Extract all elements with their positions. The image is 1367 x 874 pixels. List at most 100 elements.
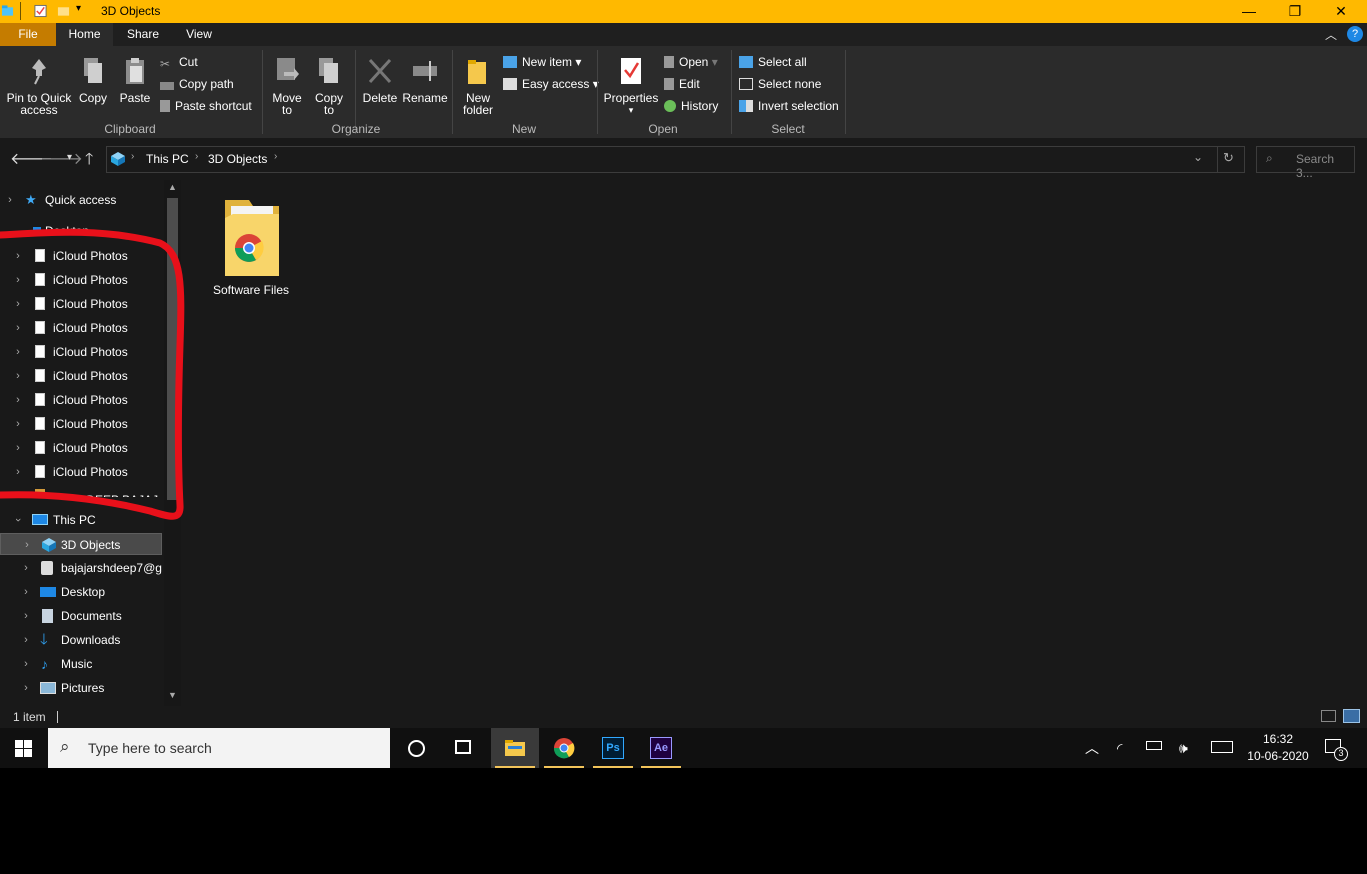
collapse-ribbon-icon[interactable]: ︿ bbox=[1325, 26, 1337, 43]
scroll-thumb[interactable] bbox=[167, 198, 178, 500]
chevron-right-icon[interactable]: › bbox=[13, 365, 23, 387]
nav-this-pc[interactable]: › This PC bbox=[0, 509, 162, 531]
task-view-icon[interactable] bbox=[455, 740, 471, 754]
search-box[interactable]: ⌕ Search 3... bbox=[1256, 146, 1355, 180]
copy-path-button[interactable]: Copy path bbox=[160, 76, 234, 92]
tab-view[interactable]: View bbox=[173, 23, 225, 46]
nav-icloud-photos[interactable]: › iCloud Photos bbox=[0, 269, 162, 291]
taskbar-search[interactable]: ⌕ Type here to search bbox=[48, 728, 390, 768]
nav-3d-objects[interactable]: › 3D Objects bbox=[0, 533, 162, 555]
clock[interactable]: 16:32 10-06-2020 bbox=[1244, 731, 1312, 765]
nav-icloud-photos[interactable]: › iCloud Photos bbox=[0, 437, 162, 459]
chevron-right-icon[interactable]: › bbox=[21, 605, 31, 627]
cut-button[interactable]: ✂ Cut bbox=[160, 54, 198, 71]
tab-share[interactable]: Share bbox=[113, 23, 173, 46]
chevron-right-icon[interactable]: › bbox=[22, 534, 32, 554]
nav-icloud-photos[interactable]: › iCloud Photos bbox=[0, 365, 162, 387]
taskbar-photoshop[interactable]: Ps bbox=[589, 728, 637, 768]
properties-quick-icon[interactable] bbox=[34, 4, 47, 18]
nav-user-partial[interactable]: ARSHDEEP BAJAJ bbox=[0, 485, 162, 497]
network-icon[interactable]: ◜ bbox=[1117, 740, 1122, 757]
rename-button[interactable]: Rename bbox=[402, 56, 448, 104]
properties-button[interactable]: Properties ▾ bbox=[603, 56, 659, 116]
up-arrow-icon[interactable]: 🡑 bbox=[85, 148, 93, 175]
nav-icloud-photos[interactable]: › iCloud Photos bbox=[0, 461, 162, 483]
nav-icloud-photos[interactable]: › iCloud Photos bbox=[0, 245, 162, 267]
nav-icloud-photos[interactable]: › iCloud Photos bbox=[0, 317, 162, 339]
chevron-right-icon[interactable]: › bbox=[21, 653, 31, 675]
show-hidden-icons-chevron-icon[interactable]: ︿ bbox=[1085, 738, 1099, 758]
folder-item[interactable]: Software Files bbox=[210, 196, 292, 306]
chevron-right-icon[interactable]: › bbox=[13, 389, 23, 411]
nav-icloud-photos[interactable]: › iCloud Photos bbox=[0, 341, 162, 363]
forward-arrow-icon[interactable]: 🡒 bbox=[40, 148, 83, 169]
new-folder-button[interactable]: New folder bbox=[458, 56, 498, 116]
invert-selection-button[interactable]: Invert selection bbox=[739, 98, 839, 114]
nav-onedrive-account[interactable]: › bajajarshdeep7@gr bbox=[0, 557, 162, 579]
customize-quick-access-icon[interactable]: ▾ bbox=[76, 3, 81, 14]
scroll-up-icon[interactable]: ▲ bbox=[168, 182, 177, 192]
close-button[interactable]: ✕ bbox=[1318, 0, 1364, 23]
chevron-right-icon[interactable]: › bbox=[21, 581, 31, 603]
delete-button[interactable]: Delete bbox=[360, 56, 400, 104]
nav-icloud-photos[interactable]: › iCloud Photos bbox=[0, 293, 162, 315]
edit-button[interactable]: Edit bbox=[664, 76, 700, 92]
taskbar-after-effects[interactable]: Ae bbox=[637, 728, 685, 768]
chevron-down-icon[interactable]: › bbox=[7, 515, 29, 525]
new-item-button[interactable]: New item ▾ bbox=[503, 54, 581, 70]
copy-button[interactable]: Copy bbox=[76, 56, 110, 104]
nav-quick-access[interactable]: › ★ Quick access bbox=[0, 189, 162, 211]
breadcrumb-3d-objects[interactable]: 3D Objects bbox=[208, 152, 267, 166]
large-icons-view-icon[interactable] bbox=[1343, 709, 1360, 723]
windows-start-icon[interactable] bbox=[15, 740, 32, 757]
history-button[interactable]: History bbox=[664, 98, 718, 114]
nav-desktop[interactable]: › Desktop bbox=[0, 581, 162, 603]
select-none-button[interactable]: Select none bbox=[739, 76, 821, 92]
chevron-right-icon[interactable]: › bbox=[13, 245, 23, 267]
nav-documents[interactable]: › Documents bbox=[0, 605, 162, 627]
chevron-right-icon[interactable]: › bbox=[13, 269, 23, 291]
move-to-button[interactable]: Move to bbox=[268, 56, 306, 116]
chevron-right-icon[interactable]: › bbox=[13, 341, 23, 363]
refresh-icon[interactable]: ↻ bbox=[1223, 150, 1234, 166]
maximize-button[interactable]: ❐ bbox=[1272, 0, 1318, 23]
paste-shortcut-button[interactable]: Paste shortcut bbox=[160, 98, 252, 114]
breadcrumb-this-pc[interactable]: This PC bbox=[146, 152, 189, 166]
battery-icon[interactable] bbox=[1146, 741, 1162, 750]
pin-to-quick-access-button[interactable]: Pin to Quick access bbox=[4, 56, 74, 116]
nav-pictures[interactable]: › Pictures bbox=[0, 677, 162, 699]
cortana-icon[interactable] bbox=[408, 740, 425, 757]
keyboard-icon[interactable] bbox=[1211, 741, 1233, 753]
chevron-right-icon[interactable]: › bbox=[13, 461, 23, 483]
chevron-right-icon[interactable]: › bbox=[13, 317, 23, 339]
new-folder-quick-icon[interactable] bbox=[57, 4, 70, 18]
select-all-button[interactable]: Select all bbox=[739, 54, 807, 70]
paste-button[interactable]: Paste bbox=[118, 56, 152, 104]
nav-music[interactable]: › ♪ Music bbox=[0, 653, 162, 675]
scroll-down-icon[interactable]: ▼ bbox=[168, 690, 177, 700]
recent-locations-chevron-icon[interactable]: ▾ bbox=[67, 152, 72, 163]
nav-icloud-photos[interactable]: › iCloud Photos bbox=[0, 389, 162, 411]
tab-home[interactable]: Home bbox=[56, 23, 113, 46]
open-button[interactable]: Open ▾ bbox=[664, 54, 718, 70]
chevron-right-icon[interactable]: › bbox=[13, 293, 23, 315]
help-icon[interactable]: ? bbox=[1347, 26, 1363, 42]
chevron-right-icon[interactable]: › bbox=[5, 189, 15, 211]
nav-icloud-photos[interactable]: › iCloud Photos bbox=[0, 413, 162, 435]
nav-desktop-partial[interactable]: Desktop bbox=[0, 221, 162, 233]
address-bar[interactable]: › This PC › 3D Objects › ⌄ ↻ bbox=[106, 146, 1245, 173]
chevron-right-icon[interactable]: › bbox=[21, 629, 31, 651]
chevron-right-icon[interactable]: › bbox=[21, 557, 31, 579]
easy-access-button[interactable]: Easy access ▾ bbox=[503, 76, 599, 92]
chevron-right-icon[interactable]: › bbox=[13, 413, 23, 435]
nav-downloads[interactable]: › 🡓 Downloads bbox=[0, 629, 162, 651]
nav-scrollbar[interactable]: ▲ ▼ bbox=[164, 180, 181, 706]
minimize-button[interactable]: — bbox=[1226, 0, 1272, 23]
details-view-icon[interactable] bbox=[1321, 710, 1336, 722]
taskbar-chrome[interactable] bbox=[540, 728, 588, 768]
chevron-right-icon[interactable]: › bbox=[13, 437, 23, 459]
taskbar-file-explorer[interactable] bbox=[491, 728, 539, 768]
address-dropdown-icon[interactable]: ⌄ bbox=[1193, 150, 1203, 164]
tab-file[interactable]: File bbox=[0, 23, 56, 46]
chevron-right-icon[interactable]: › bbox=[21, 677, 31, 699]
